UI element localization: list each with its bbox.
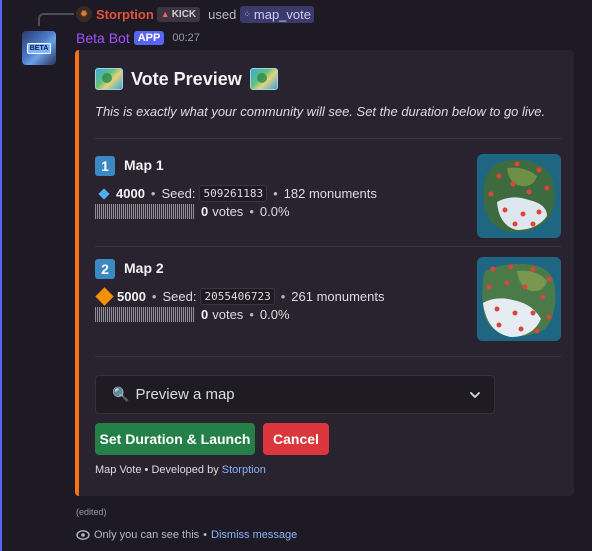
map-size: 5000 (117, 289, 146, 304)
seed-label: Seed: (161, 186, 196, 201)
app-tag: APP (133, 31, 165, 45)
flame-gear-icon: ✹ (76, 6, 92, 22)
monument-count: 261 monuments (291, 289, 385, 304)
vote-count: 0 (201, 307, 209, 322)
map-size: 4000 (116, 186, 145, 201)
world-map-icon (95, 68, 123, 90)
message-header: Beta Bot APP 00:27 (76, 29, 200, 47)
map-entry-2: 2 Map 2 5000 • Seed: 2055406723 • 261 mo… (95, 257, 561, 345)
map-seed: 2055406723 (200, 288, 275, 305)
reply-user-tag-label: KICK (171, 8, 197, 20)
votes-label: votes (212, 204, 244, 219)
reply-command[interactable]: ⁘ map_vote (240, 5, 314, 23)
separator: • (249, 307, 254, 322)
vote-stats: 0 votes • 0.0% (95, 307, 290, 322)
bot-avatar[interactable]: BETA (22, 31, 56, 65)
vote-stats: 0 votes • 0.0% (95, 204, 290, 219)
divider (95, 356, 561, 357)
map-details: 5000 • Seed: 2055406723 • 261 monuments (95, 287, 385, 306)
divider (95, 138, 561, 139)
vote-progress-bar (95, 204, 195, 219)
vote-progress-bar (95, 307, 195, 322)
separator: • (280, 289, 286, 304)
chevron-down-icon (470, 392, 480, 398)
vote-percent: 0.0% (259, 204, 290, 219)
reply-user-tag: ▲ KICK (156, 6, 201, 22)
dismiss-message-link[interactable]: Dismiss message (211, 529, 297, 541)
embed-footer: Map Vote • Developed by Storption (95, 464, 266, 476)
flame-icon: ▲ (160, 9, 170, 19)
embed-title: Vote Preview (95, 68, 278, 90)
reply-context[interactable]: ✹ Storption ▲ KICK used ⁘ map_vote (76, 5, 314, 23)
votes-label: votes (212, 307, 244, 322)
slash-command-icon: ⁘ (243, 8, 251, 19)
vote-preview-embed: Vote Preview This is exactly what your c… (75, 50, 574, 496)
divider (95, 246, 561, 247)
vote-count: 0 (201, 204, 209, 219)
set-duration-launch-button[interactable]: Set Duration & Launch (95, 423, 255, 455)
map-1-thumbnail[interactable] (477, 154, 561, 238)
world-map-icon (249, 68, 278, 90)
footer-text: Map Vote • Developed by (95, 464, 219, 476)
reply-connector (38, 13, 74, 26)
map-name: Map 1 (124, 157, 164, 173)
eye-icon (76, 530, 90, 540)
map-seed: 509261183 (199, 185, 268, 202)
separator: • (150, 186, 156, 201)
monument-count: 182 monuments (283, 186, 377, 201)
seed-label: Seed: (162, 289, 197, 304)
edited-label: (edited) (76, 507, 107, 517)
message-timestamp[interactable]: 00:27 (172, 32, 200, 44)
large-orange-diamond-icon (95, 287, 114, 306)
separator: • (273, 186, 278, 201)
map-name: Map 2 (124, 260, 164, 276)
separator: • (151, 289, 157, 304)
magnifier-icon: 🔍 (112, 386, 130, 402)
reply-command-label: map_vote (253, 6, 311, 22)
select-placeholder: Preview a map (135, 386, 235, 403)
keycap-2-icon: 2 (95, 259, 115, 279)
ephemeral-notice: Only you can see this • Dismiss message (76, 529, 297, 541)
bot-name[interactable]: Beta Bot (76, 30, 130, 46)
avatar-badge: BETA (26, 42, 52, 54)
preview-map-select[interactable]: 🔍 Preview a map (95, 375, 495, 414)
message-highlight-bar (0, 0, 2, 551)
reply-user-name[interactable]: Storption (96, 7, 154, 22)
separator: • (203, 529, 208, 541)
vote-percent: 0.0% (259, 307, 290, 322)
embed-description: This is exactly what your community will… (95, 104, 546, 119)
ephemeral-text: Only you can see this (94, 529, 200, 541)
footer-author: Storption (221, 464, 266, 476)
separator: • (249, 204, 254, 219)
map-details: 4000 • Seed: 509261183 • 182 monuments (95, 185, 377, 202)
embed-title-text: Vote Preview (131, 68, 242, 89)
small-blue-diamond-icon (98, 187, 110, 200)
map-2-thumbnail[interactable] (477, 257, 561, 341)
keycap-1-icon: 1 (95, 156, 115, 176)
reply-used-text: used (208, 6, 237, 22)
map-entry-1: 1 Map 1 4000 • Seed: 509261183 • 182 mon… (95, 154, 561, 242)
cancel-button[interactable]: Cancel (263, 423, 329, 455)
